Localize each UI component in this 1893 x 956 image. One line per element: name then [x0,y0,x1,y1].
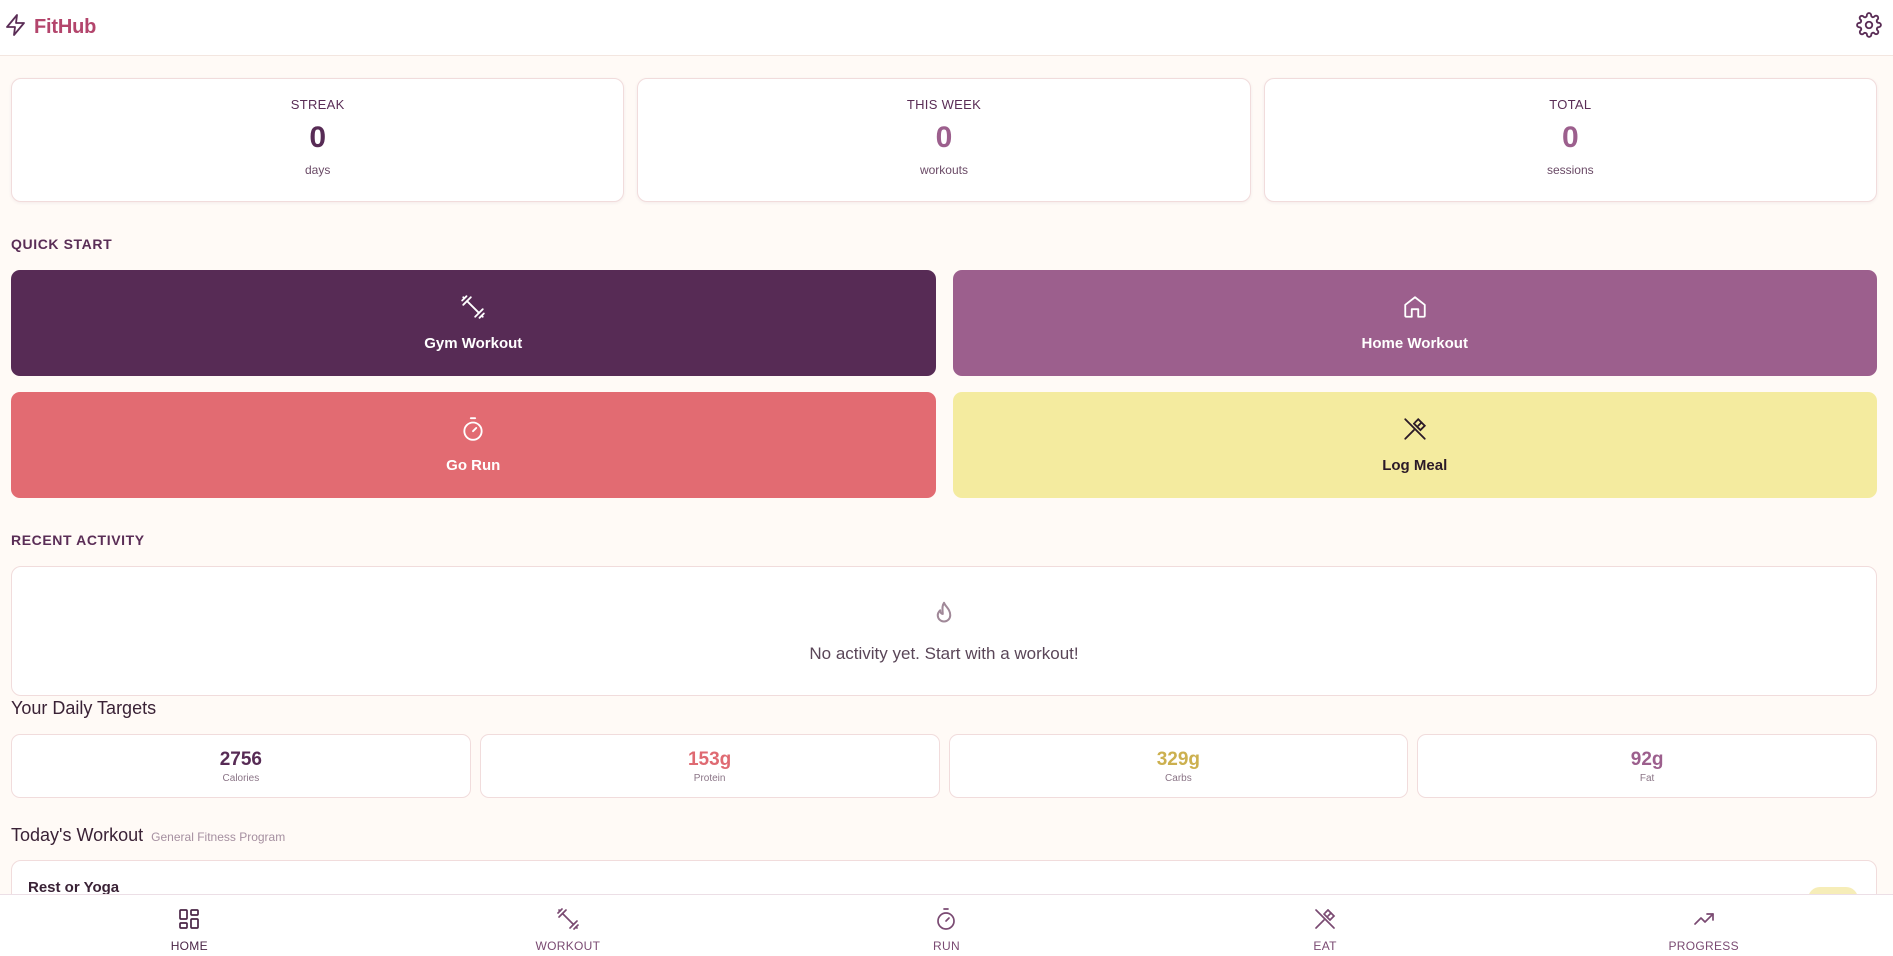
stat-unit: workouts [919,163,968,177]
home-workout-button[interactable]: Home Workout [952,270,1877,376]
quick-start-grid: Gym Workout Home Workout Go Run Log Meal [11,270,1877,498]
target-value: 92g [1630,749,1664,770]
bottom-nav: HOME WORKOUT RUN EAT PROGRESS [0,894,1893,956]
stat-value: 0 [935,121,953,154]
stat-value: 0 [309,121,326,154]
button-label: Log Meal [1382,457,1448,474]
nav-label: PROGRESS [1668,939,1739,953]
house-icon [1402,294,1428,325]
nav-progress[interactable]: PROGRESS [1514,895,1893,956]
go-run-button[interactable]: Go Run [11,392,936,498]
target-label: Calories [222,773,260,784]
lightning-icon [4,13,28,42]
recent-activity-title: RECENT ACTIVITY [11,532,145,548]
stat-card-this-week: THIS WEEK 0 workouts [637,78,1251,202]
stats-row: STREAK 0 days THIS WEEK 0 workouts TOTAL… [11,78,1877,202]
button-label: Home Workout [1361,335,1468,352]
button-label: Go Run [446,457,501,474]
nav-label: WORKOUT [535,939,601,953]
todays-workout-title: Today's Workout [11,825,144,845]
dumbbell-icon [556,907,580,936]
stat-card-streak: STREAK 0 days [11,78,625,202]
trending-up-icon [1692,907,1716,936]
daily-targets-title: Your Daily Targets [11,698,157,718]
gear-icon [1856,12,1882,42]
recent-activity-card: No activity yet. Start with a workout! [11,566,1877,696]
dumbbell-icon [460,294,486,325]
stat-card-total: TOTAL 0 sessions [1263,78,1877,202]
stat-unit: sessions [1546,163,1594,177]
target-calories: 2756 Calories [11,734,471,798]
stat-label: STREAK [290,97,345,112]
target-carbs: 329g Carbs [948,734,1409,798]
nav-run[interactable]: RUN [757,895,1136,956]
target-value: 153g [687,749,732,770]
target-label: Carbs [1165,773,1192,784]
quick-start-title: QUICK START [11,236,113,252]
target-fat: 92g Fat [1417,734,1877,798]
stopwatch-icon [934,907,958,936]
stopwatch-icon [460,416,486,447]
nav-workout[interactable]: WORKOUT [379,895,758,956]
dashboard-icon [177,907,201,936]
target-label: Protein [693,773,726,784]
gym-workout-button[interactable]: Gym Workout [11,270,936,376]
daily-targets-row: 2756 Calories 153g Protein 329g Carbs 92… [11,734,1877,798]
nav-eat[interactable]: EAT [1136,895,1515,956]
todays-workout-header: Today's Workout General Fitness Program [11,825,285,846]
app-name: FitHub [34,16,97,38]
utensils-icon [1402,416,1428,447]
top-bar: FitHub [0,0,1893,56]
program-name: General Fitness Program [151,830,286,844]
stat-label: TOTAL [1549,97,1592,112]
target-value: 329g [1156,749,1201,770]
settings-button[interactable] [1856,12,1882,43]
nav-label: HOME [170,939,208,953]
nav-label: RUN [933,939,960,953]
empty-state-text: No activity yet. Start with a workout! [809,644,1079,663]
stat-label: THIS WEEK [906,97,982,112]
stat-value: 0 [1561,121,1579,154]
stat-unit: days [304,163,331,177]
brand[interactable]: FitHub [4,13,96,42]
log-meal-button[interactable]: Log Meal [952,392,1877,498]
target-value: 2756 [219,749,263,770]
button-label: Gym Workout [424,335,523,352]
utensils-icon [1313,907,1337,936]
nav-label: EAT [1313,939,1337,953]
nav-home[interactable]: HOME [0,895,379,956]
flame-icon [929,599,959,634]
target-protein: 153g Protein [479,734,940,798]
target-label: Fat [1639,773,1655,784]
